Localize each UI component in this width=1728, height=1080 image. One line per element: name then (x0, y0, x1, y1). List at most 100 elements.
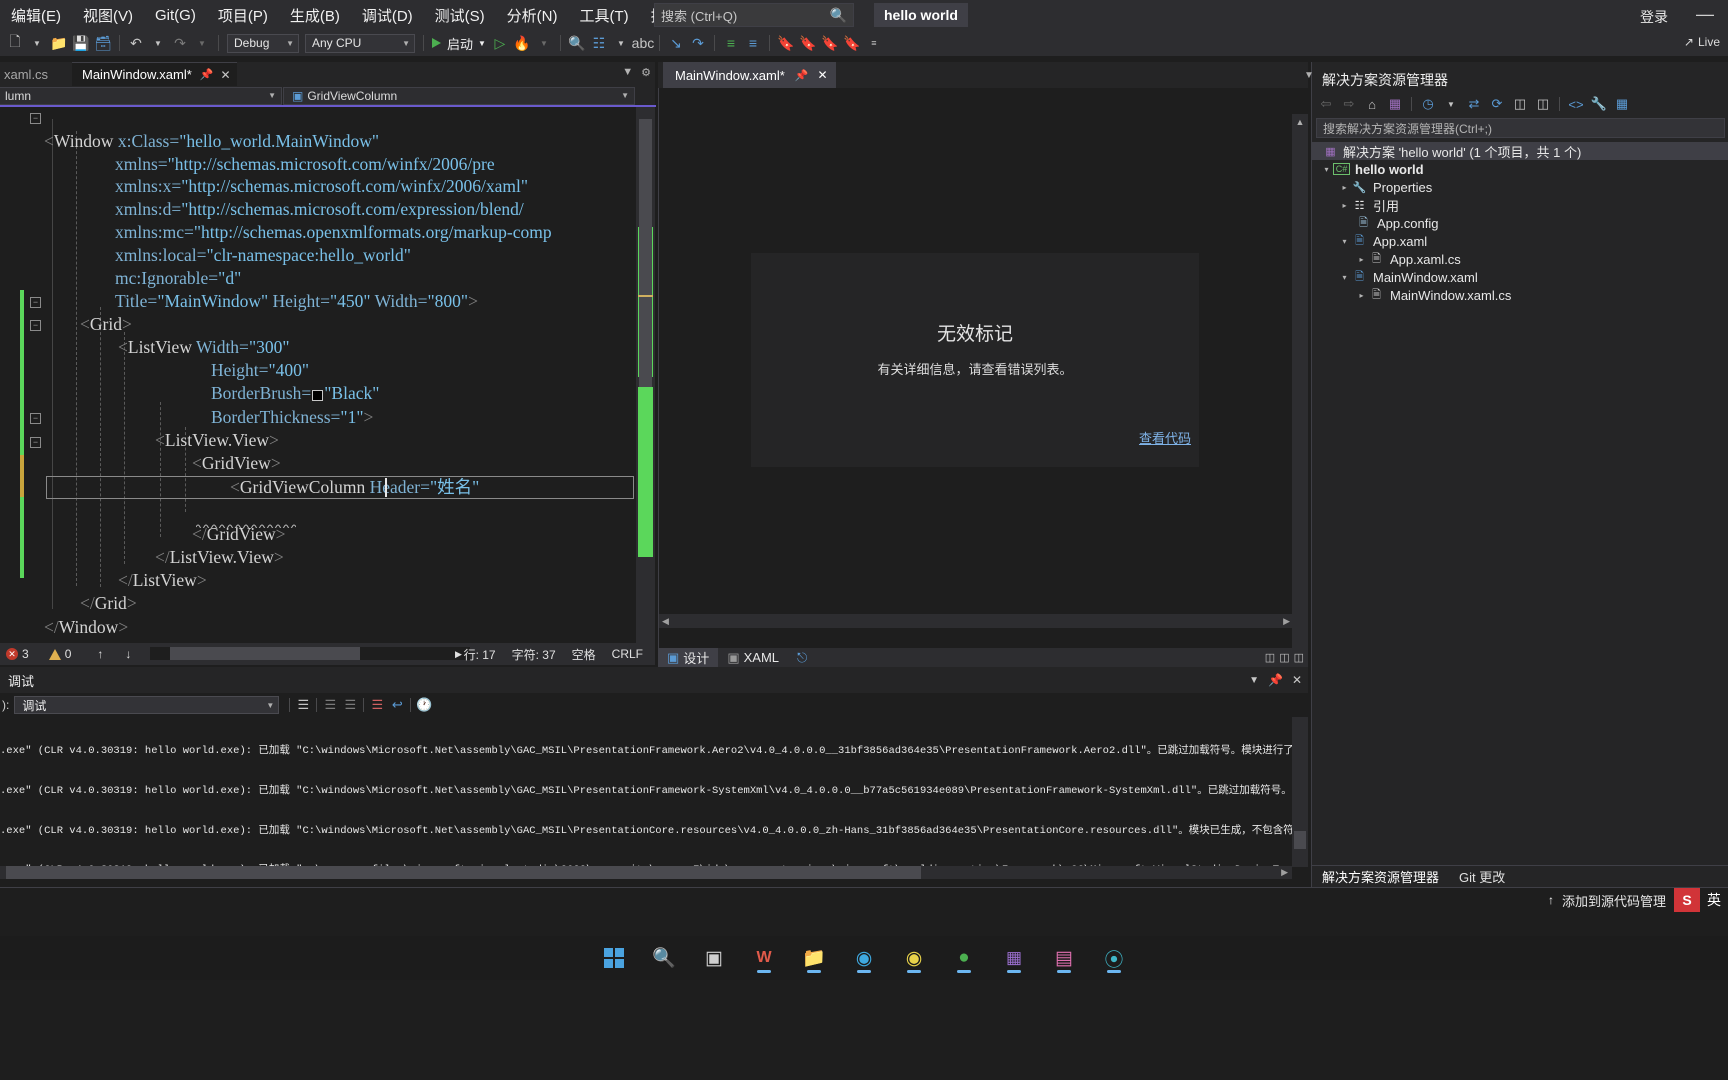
close-icon[interactable]: ✕ (221, 68, 231, 82)
pending-changes-icon[interactable]: ◷ (1418, 94, 1438, 114)
live-tree-dropdown-icon[interactable]: ▼ (610, 32, 632, 54)
undo-icon[interactable]: ↶ (125, 32, 147, 54)
live-visual-tree-icon[interactable]: ☷ (588, 32, 610, 54)
preview-selected-icon[interactable]: ▦ (1612, 94, 1632, 114)
start-dropdown-icon[interactable]: ▼ (478, 39, 486, 48)
editor-horizontal-scrollbar[interactable] (150, 647, 470, 660)
taskbar-chrome-button[interactable]: ◉ (896, 940, 932, 976)
clear-bookmarks-icon[interactable]: 🔖 (841, 32, 863, 54)
editor-hscroll-thumb[interactable] (170, 647, 360, 660)
output-horizontal-scrollbar[interactable]: ▶ (0, 866, 1292, 879)
taskbar-app-button[interactable]: ● (946, 940, 982, 976)
pin-icon-designer[interactable]: 📌 (795, 69, 809, 82)
clear-output-icon[interactable]: ☰ (367, 695, 387, 715)
nav-member-dropdown[interactable]: lumn ▼ (0, 86, 282, 105)
source-control-label[interactable]: 添加到源代码管理 (1562, 891, 1674, 910)
menu-item-view[interactable]: 视图(V) (72, 3, 144, 28)
tree-row-app-xaml-cs[interactable]: ▸ 🗎 App.xaml.cs (1312, 250, 1728, 268)
bookmark-icon[interactable]: 🔖 (775, 32, 797, 54)
split-vertical-icon[interactable]: ◫ (1265, 651, 1275, 664)
solution-explorer-search-input[interactable]: 搜索解决方案资源管理器(Ctrl+;) (1316, 118, 1725, 138)
prev-issue-icon[interactable]: ↑ (97, 647, 103, 661)
collapse-all-icon[interactable]: ◫ (1510, 94, 1530, 114)
show-all-files-icon[interactable]: ◫ (1533, 94, 1553, 114)
split-horizontal-icon[interactable]: ◫ (1279, 651, 1289, 664)
tab-xaml-cs[interactable]: xaml.cs (0, 62, 54, 86)
output-source-dropdown[interactable]: 调试 ▼ (14, 696, 280, 714)
search-input[interactable]: 搜索 (Ctrl+Q) 🔍 (654, 3, 854, 27)
chevron-down-icon-output[interactable]: ▼ (1249, 675, 1259, 686)
nav-element-dropdown[interactable]: ▣ GridViewColumn ▼ (283, 86, 635, 105)
tab-xaml-view[interactable]: ▣ XAML (718, 648, 788, 667)
refresh-icon[interactable]: ⟳ (1487, 94, 1507, 114)
scroll-left-icon-designer[interactable]: ◀ (662, 616, 669, 627)
output-log[interactable]: .exe" (CLR v4.0.30319: hello world.exe):… (0, 719, 1292, 869)
code-editor[interactable]: − − − − − <Window x:Class="hello_world.M… (0, 107, 655, 643)
footer-tab-git-changes[interactable]: Git 更改 (1449, 867, 1515, 886)
taskbar-visual-studio-button[interactable]: ▦ (996, 940, 1032, 976)
view-code-link[interactable]: 查看代码 (1139, 428, 1191, 447)
eol-indicator[interactable]: CRLF (604, 647, 651, 661)
taskbar-edge-button[interactable]: ◉ (846, 940, 882, 976)
editor-scroll-thumb[interactable] (639, 119, 652, 389)
start-without-debug-icon[interactable]: ▷ (489, 32, 511, 54)
tree-row-references[interactable]: ▸ ☷ 引用 (1312, 196, 1728, 214)
redo-icon[interactable]: ↷ (169, 32, 191, 54)
spellcheck-icon[interactable]: abc (632, 32, 655, 54)
output-scroll-thumb[interactable] (1294, 831, 1306, 849)
expand-arrow-icon-mainwindow[interactable]: ▾ (1338, 273, 1351, 282)
indent-icon[interactable]: ≡ (720, 32, 742, 54)
expand-arrow-icon[interactable]: ▾ (1320, 165, 1333, 174)
configuration-dropdown[interactable]: Debug ▼ (227, 33, 299, 53)
step-into-icon[interactable]: ↘ (665, 32, 687, 54)
properties-wrench-icon[interactable]: 🔧 (1589, 94, 1609, 114)
home-icon[interactable]: ⌂ (1362, 94, 1382, 114)
menu-item-tools[interactable]: 工具(T) (568, 3, 639, 28)
editor-vertical-scrollbar[interactable] (636, 107, 655, 643)
sign-in-button[interactable]: 登录 (1640, 7, 1668, 27)
scroll-right-icon-designer[interactable]: ▶ (1283, 616, 1290, 627)
view-code-icon[interactable]: <> (1566, 94, 1586, 114)
scroll-right-icon-output[interactable]: ▶ (1281, 867, 1288, 878)
expand-arrow-icon-app-xaml[interactable]: ▾ (1338, 237, 1351, 246)
window-minimize-icon[interactable]: — (1696, 4, 1714, 25)
solution-explorer-menu-icon[interactable]: ▼ (1304, 70, 1314, 81)
tab-list-chevron-icon[interactable]: ▼ (622, 66, 633, 79)
tab-design-view[interactable]: ▣ 设计 (658, 648, 719, 667)
undo-dropdown-icon[interactable]: ▼ (147, 32, 169, 54)
forward-icon[interactable]: ⇨ (1339, 94, 1359, 114)
menu-item-project[interactable]: 项目(P) (207, 3, 279, 28)
designer-horizontal-scrollbar[interactable]: ◀ ▶ (659, 614, 1293, 628)
collapse-arrow-icon-mainwindow-cs[interactable]: ▸ (1355, 291, 1368, 300)
save-all-icon[interactable]: 🗃 (92, 32, 114, 54)
upload-icon[interactable]: ↑ (1548, 893, 1562, 907)
menu-item-build[interactable]: 生成(B) (279, 3, 351, 28)
output-hscroll-thumb[interactable] (6, 866, 921, 879)
ime-badge-secondary[interactable]: 英 (1700, 888, 1728, 912)
new-file-dropdown-icon[interactable]: ▼ (26, 32, 48, 54)
start-button[interactable] (596, 940, 632, 976)
sync-icon[interactable]: ⇄ (1464, 94, 1484, 114)
tree-row-mainwindow-xaml-cs[interactable]: ▸ 🗎 MainWindow.xaml.cs (1312, 286, 1728, 304)
find-message-icon[interactable]: ☰ (293, 695, 313, 715)
hot-reload-icon[interactable]: 🔥 (511, 32, 533, 54)
designer-vertical-scrollbar[interactable]: ▲ ▼ (1292, 114, 1308, 660)
warning-count[interactable]: 0 (48, 647, 71, 661)
pending-changes-dropdown-icon[interactable]: ▼ (1441, 94, 1461, 114)
go-to-previous-icon[interactable]: ☰ (320, 695, 340, 715)
task-view-button[interactable]: ▣ (696, 940, 732, 976)
tree-row-mainwindow-xaml[interactable]: ▾ 🗎 MainWindow.xaml (1312, 268, 1728, 286)
start-debug-button[interactable]: 启动 ▼ (429, 34, 489, 53)
pin-icon[interactable]: 📌 (200, 68, 214, 81)
toggle-word-wrap-icon[interactable]: ↩ (387, 695, 407, 715)
prev-bookmark-icon[interactable]: 🔖 (797, 32, 819, 54)
timestamp-icon[interactable]: 🕐 (414, 695, 434, 715)
collapse-arrow-icon-properties[interactable]: ▸ (1338, 183, 1351, 192)
menu-item-analyze[interactable]: 分析(N) (496, 3, 569, 28)
taskbar-search-button[interactable]: 🔍 (646, 940, 682, 976)
step-over-icon[interactable]: ↷ (687, 32, 709, 54)
code-text-area[interactable]: − − − − − <Window x:Class="hello_world.M… (0, 107, 636, 643)
menu-item-test[interactable]: 测试(S) (424, 3, 496, 28)
next-issue-icon[interactable]: ↓ (125, 647, 131, 661)
error-count[interactable]: ✕ 3 (6, 647, 29, 661)
